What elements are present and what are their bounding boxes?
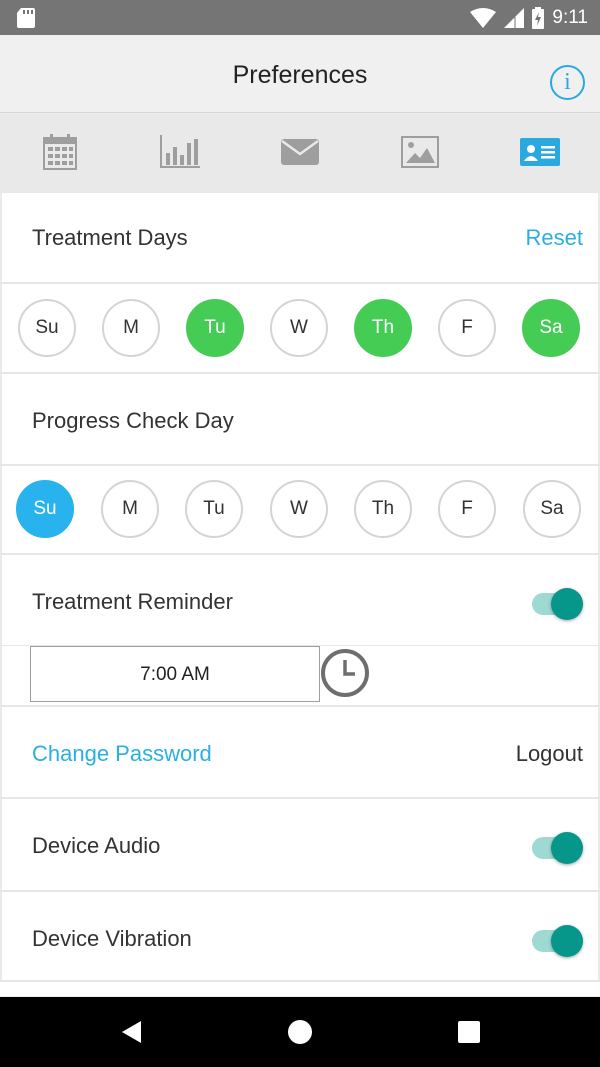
device-vibration-toggle[interactable] <box>532 925 583 957</box>
treatment-day-tu[interactable]: Tu <box>186 299 244 357</box>
recents-icon[interactable] <box>456 1019 482 1045</box>
progress-day-th[interactable]: Th <box>354 480 412 538</box>
device-audio-row: Device Audio <box>0 797 600 890</box>
tab-bar <box>0 114 600 193</box>
device-vibration-row: Device Vibration <box>0 890 600 982</box>
battery-charging-icon <box>532 6 545 29</box>
treatment-days-header: Treatment Days Reset <box>0 193 600 282</box>
wifi-icon <box>470 7 497 28</box>
back-icon[interactable] <box>119 1019 145 1045</box>
progress-day-tu[interactable]: Tu <box>185 480 243 538</box>
tab-messages[interactable] <box>280 132 320 172</box>
treatment-day-th[interactable]: Th <box>354 299 412 357</box>
treatment-day-w[interactable]: W <box>270 299 328 357</box>
device-audio-label: Device Audio <box>32 833 161 858</box>
toggle-knob <box>551 925 583 957</box>
reminder-time-field[interactable]: 7:00 AM <box>30 646 320 702</box>
app-bar: Preferences i <box>0 35 600 113</box>
progress-check-selector: Su M Tu W Th F Sa <box>0 464 600 553</box>
home-icon[interactable] <box>287 1019 313 1045</box>
progress-day-sa[interactable]: Sa <box>523 480 581 538</box>
info-icon: i <box>564 69 571 95</box>
treatment-day-m[interactable]: M <box>102 299 160 357</box>
treatment-day-su[interactable]: Su <box>18 299 76 357</box>
clock-icon[interactable] <box>320 648 370 698</box>
progress-check-label: Progress Check Day <box>32 408 234 433</box>
progress-day-su[interactable]: Su <box>16 480 74 538</box>
progress-check-header: Progress Check Day <box>0 372 600 464</box>
mail-icon <box>281 139 319 165</box>
system-nav-bar <box>0 997 600 1067</box>
change-password-link[interactable]: Change Password <box>32 741 212 767</box>
tab-gallery[interactable] <box>400 132 440 172</box>
calendar-icon <box>43 134 77 170</box>
toggle-knob <box>551 832 583 864</box>
toggle-knob <box>551 588 583 620</box>
treatment-days-selector: Su M Tu W Th F Sa <box>0 282 600 372</box>
preferences-content: Treatment Days Reset Su M Tu W Th F Sa P… <box>0 193 600 996</box>
sd-card-icon <box>17 8 35 28</box>
progress-day-m[interactable]: M <box>101 480 159 538</box>
device-vibration-label: Device Vibration <box>32 926 192 951</box>
tab-calendar[interactable] <box>40 132 80 172</box>
treatment-reminder-toggle[interactable] <box>532 588 583 620</box>
treatment-reminder-row: Treatment Reminder <box>0 553 600 645</box>
progress-day-f[interactable]: F <box>438 480 496 538</box>
logout-button[interactable]: Logout <box>516 741 583 767</box>
treatment-days-label: Treatment Days <box>32 225 188 250</box>
tab-progress[interactable] <box>160 132 200 172</box>
account-row: Change Password Logout <box>0 705 600 797</box>
profile-card-icon <box>520 138 560 166</box>
treatment-reminder-label: Treatment Reminder <box>32 589 233 614</box>
signal-icon <box>504 7 525 28</box>
bar-chart-icon <box>160 135 200 168</box>
reset-button[interactable]: Reset <box>526 225 583 251</box>
status-time: 9:11 <box>552 6 588 28</box>
treatment-day-sa[interactable]: Sa <box>522 299 580 357</box>
progress-day-w[interactable]: W <box>270 480 328 538</box>
status-bar: 9:11 <box>0 0 600 35</box>
image-icon <box>401 136 439 168</box>
page-title: Preferences <box>232 61 368 89</box>
treatment-day-f[interactable]: F <box>438 299 496 357</box>
device-audio-toggle[interactable] <box>532 832 583 864</box>
tab-preferences[interactable] <box>520 132 560 172</box>
info-button[interactable]: i <box>550 65 585 100</box>
